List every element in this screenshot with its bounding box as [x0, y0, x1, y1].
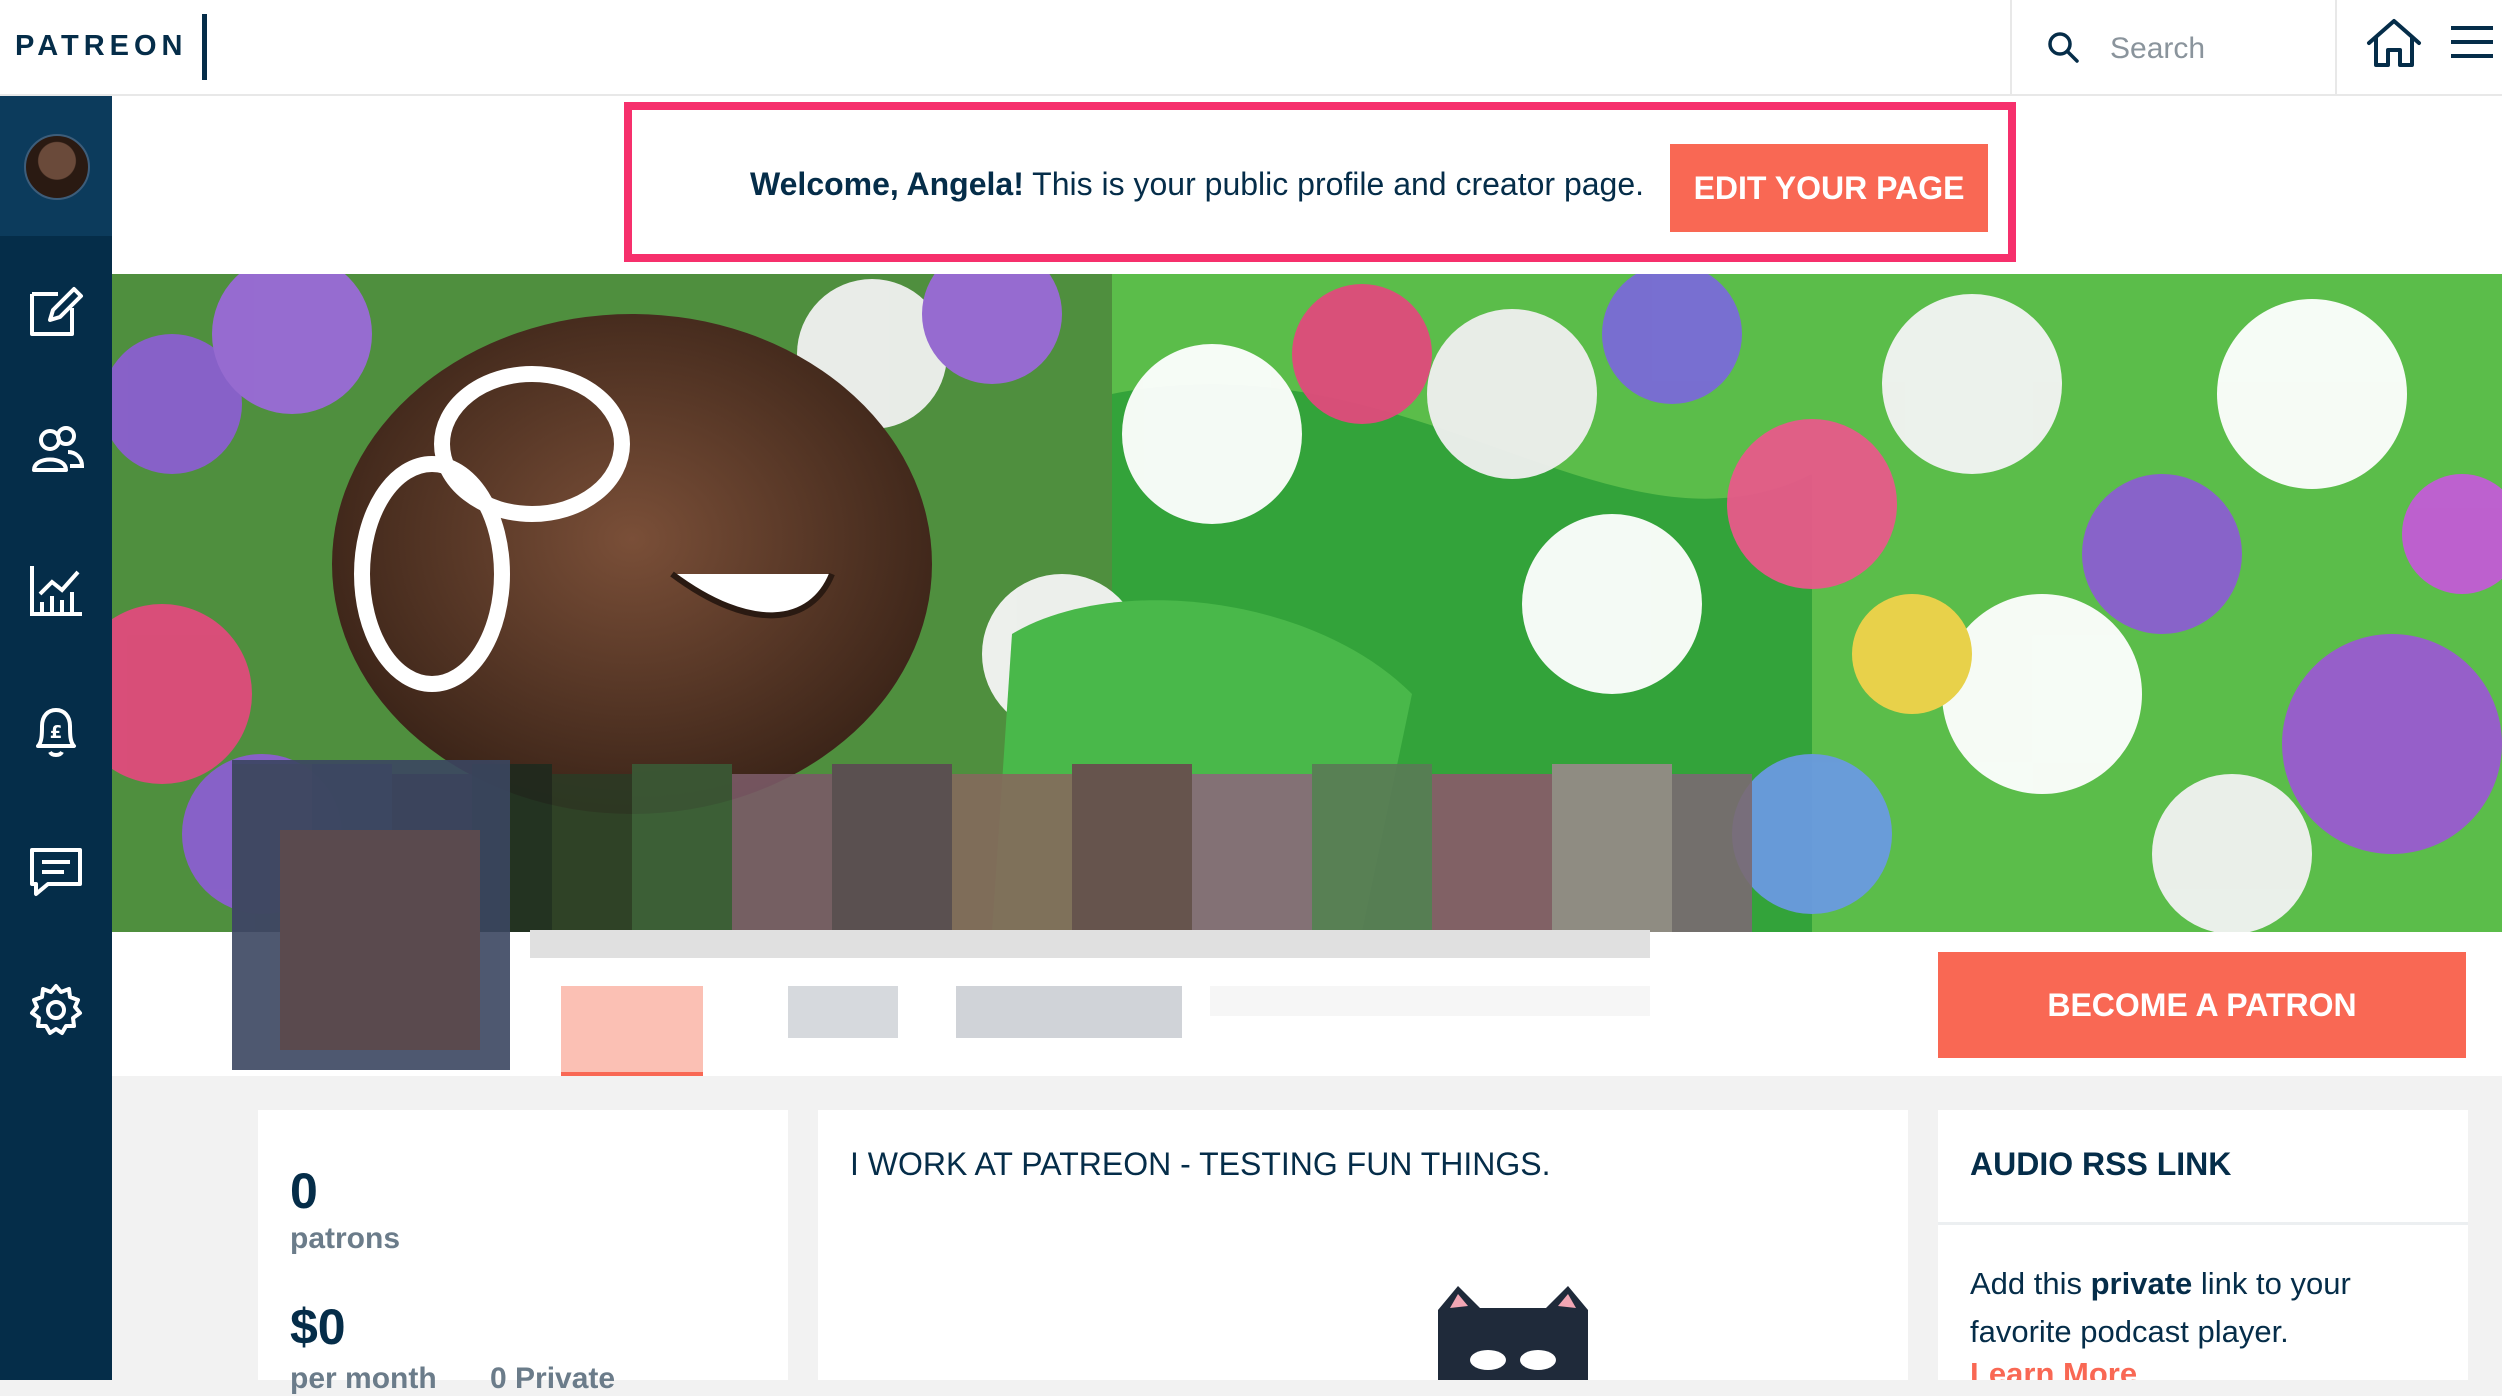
rss-card-title: AUDIO RSS LINK: [1970, 1146, 2232, 1182]
about-card: I WORK AT PATREON - TESTING FUN THINGS.: [818, 1110, 1908, 1380]
earnings-amount: $0: [290, 1299, 346, 1355]
about-title: I WORK AT PATREON - TESTING FUN THINGS.: [850, 1146, 1551, 1182]
top-nav-bar: PATREON: [0, 0, 2502, 96]
active-tab-underline: [561, 1072, 703, 1076]
audio-rss-card: AUDIO RSS LINK Add this private link to …: [1938, 1110, 2468, 1380]
hamburger-menu-icon[interactable]: [2451, 24, 2493, 60]
avatar[interactable]: [24, 134, 90, 200]
patrons-icon[interactable]: [20, 414, 92, 486]
home-icon[interactable]: [2365, 17, 2423, 69]
settings-icon[interactable]: [20, 974, 92, 1046]
profile-name-obscured: [530, 930, 1650, 958]
earnings-label: per month: [290, 1362, 437, 1395]
search-icon[interactable]: [2046, 30, 2080, 64]
search-box[interactable]: [2010, 0, 2337, 96]
rss-divider: [1938, 1222, 2468, 1225]
search-input[interactable]: [2108, 28, 2322, 70]
notifications-icon[interactable]: £: [20, 694, 92, 766]
stats-card: 0 patrons $0 per month 0 Private: [258, 1110, 788, 1395]
become-a-patron-button[interactable]: BECOME A PATRON: [1938, 952, 2466, 1058]
edit-post-icon[interactable]: [20, 274, 92, 346]
patreon-logo[interactable]: PATREON: [15, 30, 187, 63]
sidebar-avatar-cell[interactable]: [0, 96, 112, 236]
private-count-label: 0 Private: [490, 1362, 616, 1395]
analytics-icon[interactable]: [20, 554, 92, 626]
tab-obscured-3[interactable]: [956, 986, 1182, 1038]
welcome-message: Welcome, Angela! This is your public pro…: [750, 166, 1644, 203]
sidebar: £: [0, 96, 112, 1380]
patrons-label: patrons: [290, 1222, 401, 1255]
welcome-body: This is your public profile and creator …: [1023, 166, 1645, 202]
cat-illustration: [1438, 1286, 1588, 1380]
profile-avatar-face-obscured: [280, 830, 480, 1050]
patrons-count: 0: [290, 1163, 318, 1219]
tab-obscured-4[interactable]: [1210, 986, 1650, 1016]
welcome-greeting: Welcome, Angela!: [750, 166, 1024, 202]
svg-text:£: £: [50, 722, 63, 743]
rss-description: Add this private link to your favorite p…: [1970, 1260, 2440, 1356]
nav-divider: [2335, 0, 2337, 96]
edit-your-page-button[interactable]: EDIT YOUR PAGE: [1670, 144, 1988, 232]
tab-obscured-active[interactable]: [561, 986, 703, 1072]
rss-text-bold: private: [2090, 1266, 2193, 1301]
welcome-banner: Welcome, Angela! This is your public pro…: [624, 102, 2016, 262]
tab-obscured-2[interactable]: [788, 986, 898, 1038]
rss-text-before: Add this: [1970, 1266, 2091, 1301]
messages-icon[interactable]: [20, 834, 92, 906]
learn-more-link[interactable]: Learn More: [1970, 1356, 2137, 1380]
logo-divider: [202, 14, 207, 80]
